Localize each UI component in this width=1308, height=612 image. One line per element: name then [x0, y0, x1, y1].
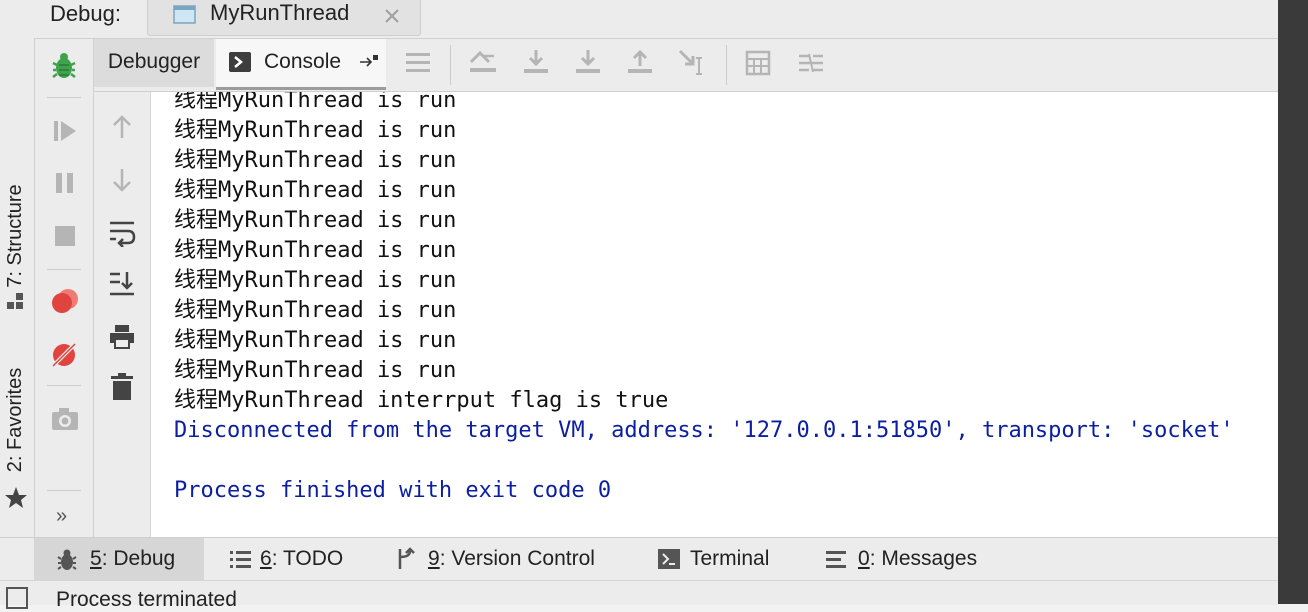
tab-debugger[interactable]: Debugger: [94, 39, 214, 87]
camera-icon[interactable]: [51, 407, 79, 431]
tab-debug-label: : Debug: [101, 547, 176, 570]
console-output[interactable]: 线程MyRunThread is run 线程MyRunThread is ru…: [151, 92, 1278, 537]
soft-wrap-icon[interactable]: [108, 219, 136, 247]
stop-icon[interactable]: [54, 225, 76, 247]
tab-todo-number: 6: [260, 547, 272, 570]
tab-terminal[interactable]: Terminal: [644, 538, 794, 580]
more-icon[interactable]: »: [56, 505, 67, 528]
status-bar: Process terminated: [0, 580, 1278, 611]
console-line: 线程MyRunThread is run: [174, 238, 457, 263]
favorites-tab[interactable]: 2: Favorites: [3, 365, 27, 475]
console-line: 线程MyRunThread is run: [174, 92, 457, 113]
mute-breakpoints-icon[interactable]: [50, 341, 78, 369]
run-config-tab[interactable]: MyRunThread: [147, 0, 421, 36]
console-line: 线程MyRunThread is run: [174, 358, 457, 383]
step-into-icon[interactable]: [574, 48, 602, 76]
tab-version-control[interactable]: 9: Version Control: [382, 538, 632, 580]
tab-messages[interactable]: 0: Messages: [812, 538, 1002, 580]
tab-console-label: Console: [264, 50, 342, 73]
scroll-to-end-icon[interactable]: [108, 270, 136, 298]
step-over-icon[interactable]: [522, 48, 550, 76]
tab-debug-number: 5: [90, 547, 102, 570]
debug-title-bar: Debug: MyRunThread: [34, 0, 1278, 39]
tab-messages-number: 0: [858, 547, 870, 570]
resume-icon[interactable]: [52, 119, 78, 143]
list-icon: [230, 551, 251, 568]
tab-vcs-number: 9: [428, 547, 440, 570]
restore-layout-icon[interactable]: [405, 52, 431, 74]
pin-icon[interactable]: [359, 53, 381, 69]
run-config-icon: [173, 5, 196, 24]
debug-label: Debug:: [50, 1, 121, 26]
bug-icon: [57, 549, 77, 570]
run-config-tab-label: MyRunThread: [210, 0, 350, 25]
tab-todo[interactable]: 6: TODO: [206, 538, 366, 580]
terminal-icon: [658, 549, 680, 569]
up-arrow-icon[interactable]: [111, 114, 133, 140]
show-execution-point-icon[interactable]: [468, 50, 498, 76]
tab-vcs-label: : Version Control: [439, 547, 595, 570]
print-icon[interactable]: [108, 323, 136, 351]
structure-tab-label: 7: Structure: [4, 184, 26, 288]
console-line: 线程MyRunThread is run: [174, 298, 457, 323]
console-line: 线程MyRunThread is run: [174, 328, 457, 353]
debug-actions-toolbar: »: [35, 39, 94, 537]
toggle-tool-windows-icon[interactable]: [6, 587, 28, 609]
console-line: 线程MyRunThread is run: [174, 148, 457, 173]
tab-debug[interactable]: 5: Debug: [34, 538, 204, 580]
desktop-edge: [1278, 0, 1308, 604]
view-breakpoints-icon[interactable]: [50, 287, 80, 315]
favorites-tab-label: 2: Favorites: [4, 367, 26, 473]
tab-terminal-label: Terminal: [690, 547, 770, 570]
console-side-toolbar: [94, 92, 151, 537]
trash-icon[interactable]: [110, 373, 134, 401]
pause-icon[interactable]: [54, 172, 76, 194]
messages-icon: [826, 551, 846, 568]
close-icon[interactable]: [383, 7, 401, 25]
tab-console[interactable]: Console: [216, 39, 386, 90]
bug-icon[interactable]: [50, 51, 78, 81]
structure-icon: [7, 293, 23, 309]
status-text: Process terminated: [56, 588, 237, 611]
console-icon: [229, 52, 251, 72]
evaluate-expression-icon[interactable]: [745, 50, 771, 76]
tab-todo-label: : TODO: [271, 547, 344, 570]
left-tool-stripe: 7: Structure 2: Favorites: [0, 0, 35, 537]
step-out-icon[interactable]: [626, 48, 654, 76]
trace-icon[interactable]: [797, 51, 825, 75]
console-line-system: Disconnected from the target VM, address…: [174, 418, 1234, 443]
console-line: 线程MyRunThread is run: [174, 118, 457, 143]
debug-top-toolbar: Debugger Console: [94, 39, 1278, 92]
tool-window-bar: 5: Debug 6: TODO 9: Version Control Term…: [0, 537, 1278, 580]
run-to-cursor-icon[interactable]: [677, 48, 709, 78]
down-arrow-icon[interactable]: [111, 167, 133, 193]
console-line: 线程MyRunThread is run: [174, 208, 457, 233]
star-icon: [5, 487, 27, 508]
console-line-system: Process finished with exit code 0: [174, 478, 612, 503]
tab-debugger-label: Debugger: [107, 50, 201, 73]
console-line: 线程MyRunThread interrput flag is true: [174, 388, 669, 413]
structure-tab[interactable]: 7: Structure: [3, 181, 27, 291]
console-line: 线程MyRunThread is run: [174, 178, 457, 203]
vcs-icon: [398, 547, 415, 569]
tab-messages-label: : Messages: [869, 547, 978, 570]
console-line: 线程MyRunThread is run: [174, 268, 457, 293]
